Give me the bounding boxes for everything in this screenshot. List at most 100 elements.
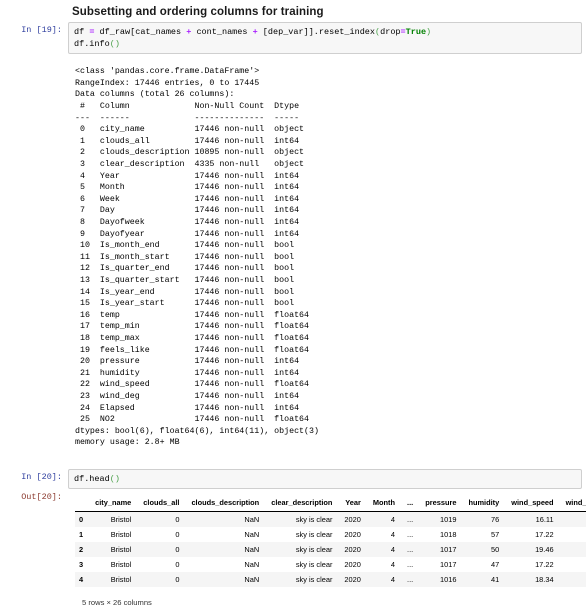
dataframe-cell: 50 [560, 527, 586, 542]
dataframe-output-wrapper-20: city_nameclouds_allclouds_descriptioncle… [68, 489, 586, 613]
dataframe-cell: ... [401, 572, 419, 587]
dataframe-output-row-20: Out[20]: city_nameclouds_allclouds_descr… [0, 489, 586, 613]
dataframe-row-index: 3 [75, 557, 89, 572]
dataframe-cell: 1017 [419, 542, 462, 557]
code-token-dep: [dep_var]].reset_index [258, 27, 375, 37]
dataframe-cell: 0 [137, 512, 185, 528]
code-editor-20[interactable]: df.head() [68, 469, 582, 489]
dataframe-cell: ... [401, 512, 419, 528]
code-token-df-head: df.head [74, 474, 110, 484]
dataframe-scroll-area[interactable]: city_nameclouds_allclouds_descriptioncle… [68, 489, 586, 613]
dataframe-table: city_nameclouds_allclouds_descriptioncle… [75, 495, 586, 587]
page-title: Subsetting and ordering columns for trai… [0, 6, 586, 18]
dataframe-cell: 19.46 [505, 542, 559, 557]
dataframe-cell: Bristol [89, 527, 137, 542]
code-token-info-parens: () [110, 39, 120, 49]
dataframe-column-header: humidity [462, 495, 505, 512]
dataframe-info-output: <class 'pandas.core.frame.DataFrame'> Ra… [68, 62, 582, 451]
dataframe-cell: 4 [367, 512, 401, 528]
code-cell-20[interactable]: In [20]: df.head() [0, 469, 586, 489]
input-prompt-19: In [19]: [0, 22, 68, 36]
dataframe-cell: 4 [367, 572, 401, 587]
dataframe-cell: 16.11 [505, 512, 559, 528]
dataframe-row-index: 4 [75, 572, 89, 587]
code-editor-19[interactable]: df = df_raw[cat_names + cont_names + [de… [68, 22, 582, 54]
code-token-true: True [406, 27, 426, 37]
dataframe-cell: 50 [462, 542, 505, 557]
dataframe-cell: NaN [185, 527, 265, 542]
dataframe-row-index: 2 [75, 542, 89, 557]
code-input-wrapper-20[interactable]: df.head() [68, 469, 586, 489]
dataframe-cell: NaN [185, 512, 265, 528]
markdown-cell[interactable]: Subsetting and ordering columns for trai… [0, 0, 586, 22]
code-input-wrapper-19[interactable]: df = df_raw[cat_names + cont_names + [de… [68, 22, 586, 54]
dataframe-cell: 2020 [338, 512, 366, 528]
dataframe-cell: 57 [462, 527, 505, 542]
dataframe-cell: 47 [462, 557, 505, 572]
dataframe-cell: 70 [560, 572, 586, 587]
dataframe-head: city_nameclouds_allclouds_descriptioncle… [75, 495, 586, 512]
stream-output-row-19: <class 'pandas.core.frame.DataFrame'> Ra… [0, 54, 586, 459]
code-token-head-parens: () [110, 474, 120, 484]
dataframe-cell: 1017 [419, 557, 462, 572]
dataframe-column-header: Year [338, 495, 366, 512]
table-row: 0Bristol0NaNsky is clear20204...10197616… [75, 512, 586, 528]
cell-gap [0, 459, 586, 469]
dataframe-cell: 2020 [338, 557, 366, 572]
dataframe-cell: Bristol [89, 572, 137, 587]
dataframe-column-header: clouds_all [137, 495, 185, 512]
dataframe-cell: 4 [367, 557, 401, 572]
stream-output-wrapper-19: <class 'pandas.core.frame.DataFrame'> Ra… [68, 54, 586, 459]
code-token-df: df [74, 27, 89, 37]
dataframe-cell: ... [401, 557, 419, 572]
code-token-drop: drop [380, 27, 400, 37]
code-cell-19[interactable]: In [19]: df = df_raw[cat_names + cont_na… [0, 22, 586, 54]
dataframe-cell: 0 [137, 542, 185, 557]
dataframe-column-header: city_name [89, 495, 137, 512]
table-row: 3Bristol0NaNsky is clear20204...10174717… [75, 557, 586, 572]
dataframe-cell: 2020 [338, 527, 366, 542]
dataframe-cell: 0 [137, 572, 185, 587]
dataframe-cell: sky is clear [265, 542, 338, 557]
code-token-subset: df_raw[cat_names [94, 27, 186, 37]
dataframe-cell: Bristol [89, 542, 137, 557]
dataframe-cell: sky is clear [265, 512, 338, 528]
dataframe-header-row: city_nameclouds_allclouds_descriptioncle… [75, 495, 586, 512]
dataframe-cell: 60 [560, 557, 586, 572]
dataframe-cell: 76 [462, 512, 505, 528]
input-prompt-20: In [20]: [0, 469, 68, 483]
dataframe-column-header: wind_speed [505, 495, 559, 512]
dataframe-cell: 4 [367, 527, 401, 542]
table-row: 2Bristol0NaNsky is clear20204...10175019… [75, 542, 586, 557]
dataframe-cell: 4 [367, 542, 401, 557]
dataframe-cell: 40 [560, 512, 586, 528]
dataframe-index-header [75, 495, 89, 512]
table-row: 1Bristol0NaNsky is clear20204...10185717… [75, 527, 586, 542]
dataframe-cell: NaN [185, 572, 265, 587]
dataframe-row-index: 1 [75, 527, 89, 542]
notebook-container: Subsetting and ordering columns for trai… [0, 0, 586, 613]
output-prompt-20: Out[20]: [0, 489, 68, 503]
dataframe-body: 0Bristol0NaNsky is clear20204...10197616… [75, 512, 586, 588]
dataframe-column-header: pressure [419, 495, 462, 512]
dataframe-cell: 60 [560, 542, 586, 557]
output-prompt-19 [0, 54, 68, 56]
dataframe-cell: 1016 [419, 572, 462, 587]
dataframe-column-header: Month [367, 495, 401, 512]
dataframe-cell: 2020 [338, 572, 366, 587]
dataframe-column-header: ... [401, 495, 419, 512]
dataframe-cell: 0 [137, 557, 185, 572]
dataframe-cell: 1019 [419, 512, 462, 528]
dataframe-cell: 41 [462, 572, 505, 587]
dataframe-cell: sky is clear [265, 572, 338, 587]
dataframe-cell: Bristol [89, 557, 137, 572]
dataframe-cell: Bristol [89, 512, 137, 528]
dataframe-column-header: clear_description [265, 495, 338, 512]
dataframe-cell: 2020 [338, 542, 366, 557]
dataframe-cell: sky is clear [265, 557, 338, 572]
dataframe-cell: 0 [137, 527, 185, 542]
dataframe-cell: 1018 [419, 527, 462, 542]
dataframe-cell: 17.22 [505, 527, 559, 542]
dataframe-cell: NaN [185, 542, 265, 557]
table-row: 4Bristol0NaNsky is clear20204...10164118… [75, 572, 586, 587]
